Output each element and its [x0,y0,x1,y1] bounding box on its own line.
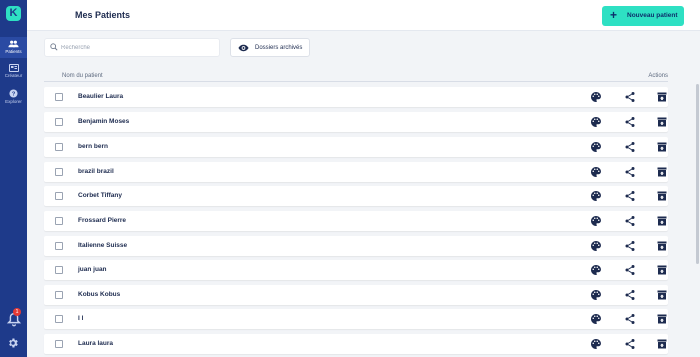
share-icon[interactable] [624,313,636,325]
palette-icon[interactable] [590,215,602,227]
share-icon[interactable] [624,91,636,103]
table-row[interactable]: juan juan [44,260,668,280]
palette-icon[interactable] [590,338,602,350]
new-patient-label: Nouveau patient [627,12,678,19]
creator-icon [8,64,19,72]
table-header: Nom du patient Actions [44,72,668,82]
eye-icon [238,44,249,52]
patient-name[interactable]: brazil brazil [78,168,114,175]
search-box[interactable] [44,38,220,57]
archive-icon[interactable] [656,313,668,325]
row-checkbox[interactable] [55,168,63,176]
share-icon[interactable] [624,264,636,276]
archive-icon[interactable] [656,141,668,153]
patient-name[interactable]: Corbet Tiffany [78,192,122,199]
sidebar-item-label: Créateur [4,73,23,78]
row-checkbox[interactable] [55,93,63,101]
palette-icon[interactable] [590,141,602,153]
page-title: Mes Patients [75,10,131,20]
people-icon [8,40,19,48]
table-row[interactable]: Benjamin Moses [44,112,668,132]
sidebar-item-label: Explorer [5,99,22,104]
patient-name[interactable]: l l [78,315,83,322]
archive-icon[interactable] [656,289,668,301]
archive-icon[interactable] [656,91,668,103]
share-icon[interactable] [624,190,636,202]
share-icon[interactable] [624,289,636,301]
share-icon[interactable] [624,215,636,227]
archive-icon[interactable] [656,190,668,202]
archive-icon[interactable] [656,116,668,128]
patient-name[interactable]: Frossard Pierre [78,217,126,224]
notification-badge: 1 [13,308,21,316]
patient-name[interactable]: Benjamin Moses [78,118,129,125]
archived-records-button[interactable]: Dossiers archivés [230,38,310,57]
share-icon[interactable] [624,141,636,153]
scrollbar[interactable] [696,84,699,264]
patient-name[interactable]: bern bern [78,143,108,150]
svg-text:?: ? [12,92,16,98]
column-header-actions: Actions [648,73,668,79]
table-row[interactable]: Italienne Suisse [44,236,668,256]
column-header-name: Nom du patient [62,73,103,79]
row-checkbox[interactable] [55,291,63,299]
archive-icon[interactable] [656,338,668,350]
table-row[interactable]: Frossard Pierre [44,211,668,231]
table-row[interactable]: Kobus Kobus [44,285,668,305]
archive-icon[interactable] [656,240,668,252]
table-row[interactable]: Corbet Tiffany [44,186,668,206]
row-checkbox[interactable] [55,266,63,274]
new-patient-button[interactable]: + Nouveau patient [602,6,684,26]
patient-name[interactable]: Laura laura [78,340,113,347]
table-row[interactable]: Laura laura [44,334,668,354]
row-checkbox[interactable] [55,340,63,348]
share-icon[interactable] [624,240,636,252]
table-row[interactable]: Beaulier Laura [44,87,668,107]
plus-icon: + [610,8,618,22]
palette-icon[interactable] [590,313,602,325]
palette-icon[interactable] [590,190,602,202]
row-checkbox[interactable] [55,217,63,225]
row-checkbox[interactable] [55,118,63,126]
sidebar-item-createur[interactable]: Créateur [0,64,27,82]
palette-icon[interactable] [590,166,602,178]
patient-name[interactable]: juan juan [78,266,107,273]
palette-icon[interactable] [590,264,602,276]
search-input[interactable] [61,41,211,54]
patient-name[interactable]: Beaulier Laura [78,93,123,100]
palette-icon[interactable] [590,289,602,301]
patient-name[interactable]: Italienne Suisse [78,242,127,249]
table-row[interactable]: bern bern [44,137,668,157]
share-icon[interactable] [624,338,636,350]
palette-icon[interactable] [590,116,602,128]
archived-records-label: Dossiers archivés [255,45,303,51]
row-checkbox[interactable] [55,315,63,323]
top-bar: Mes Patients + Nouveau patient [27,0,700,31]
search-icon [50,43,58,51]
archive-icon[interactable] [656,264,668,276]
table-row[interactable]: l l [44,309,668,329]
sidebar: K Patients Créateur ? Explorer 1 [0,0,27,357]
archive-icon[interactable] [656,215,668,227]
help-icon: ? [9,89,18,98]
row-checkbox[interactable] [55,192,63,200]
patient-name[interactable]: Kobus Kobus [78,291,120,298]
share-icon[interactable] [624,116,636,128]
archive-icon[interactable] [656,166,668,178]
sidebar-item-patients[interactable]: Patients [0,37,27,58]
row-checkbox[interactable] [55,143,63,151]
palette-icon[interactable] [590,91,602,103]
sidebar-item-explorer[interactable]: ? Explorer [0,89,27,107]
share-icon[interactable] [624,166,636,178]
gear-icon[interactable] [7,337,19,349]
palette-icon[interactable] [590,240,602,252]
row-checkbox[interactable] [55,242,63,250]
table-row[interactable]: brazil brazil [44,162,668,182]
sidebar-item-label: Patients [5,49,22,54]
app-logo[interactable]: K [6,6,21,21]
